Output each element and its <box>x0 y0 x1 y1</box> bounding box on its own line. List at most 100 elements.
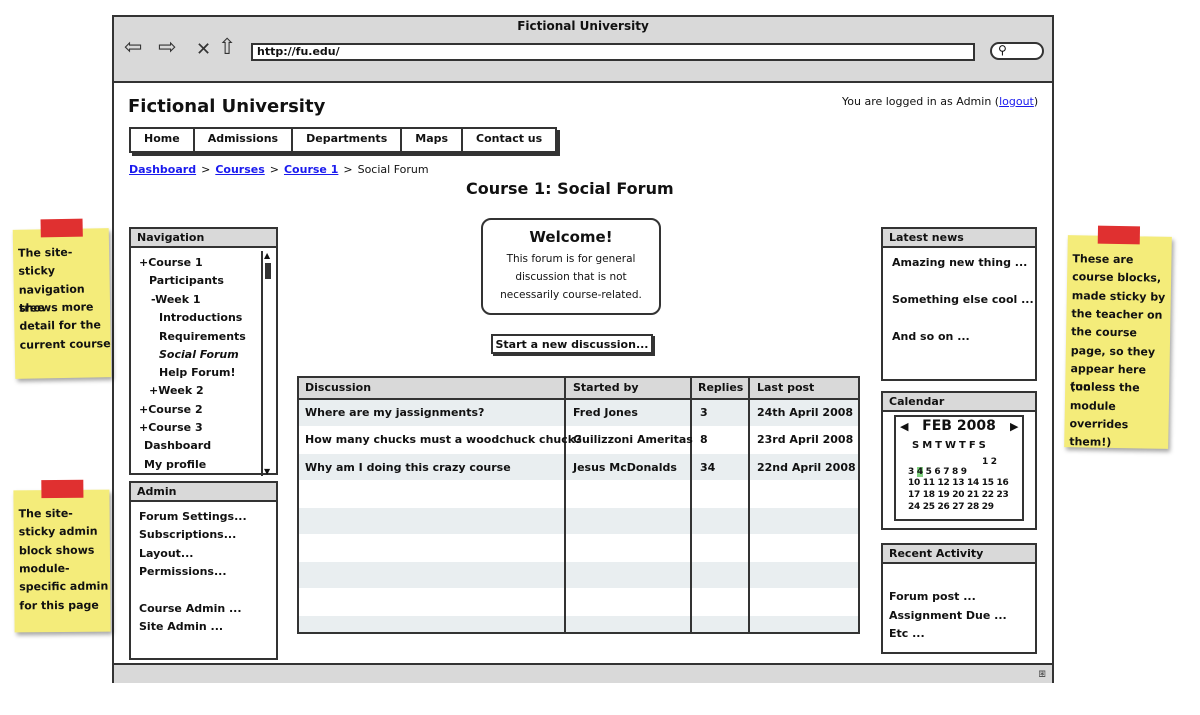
admin-layout[interactable]: Layout... <box>139 547 193 560</box>
calendar-week[interactable]: 10 11 12 13 14 15 16 <box>908 478 1009 488</box>
admin-block: Admin Forum Settings... Subscriptions...… <box>129 481 278 660</box>
menu-item-departments[interactable]: Departments <box>293 129 403 151</box>
browser-chrome: Fictional University ⇦ ⇨ ✕ ⇧ http://fu.e… <box>114 17 1052 83</box>
calendar-week[interactable]: 1 2 <box>982 457 997 467</box>
nav-item-requirements[interactable]: Requirements <box>159 330 246 343</box>
breadcrumb-dashboard[interactable]: Dashboard <box>129 163 196 176</box>
sticky-note-line: The site- <box>18 245 73 260</box>
home-icon[interactable]: ⇧ <box>218 37 236 59</box>
table-cell-last-post: 24th April 2008 <box>757 406 854 419</box>
column-header-last-post[interactable]: Last post <box>757 381 814 394</box>
table-cell-discussion[interactable]: Why am I doing this crazy course <box>305 461 511 474</box>
table-cell-started-by: Fred Jones <box>573 406 638 419</box>
navigation-block-title: Navigation <box>129 227 278 248</box>
menu-item-maps[interactable]: Maps <box>402 129 464 151</box>
nav-item-my-profile[interactable]: My profile <box>144 458 206 471</box>
nav-item-course-1[interactable]: +Course 1 <box>139 256 203 269</box>
table-row-stripe <box>299 562 858 588</box>
nav-item-week-1[interactable]: -Week 1 <box>151 293 201 306</box>
window-title: Fictional University <box>517 19 649 33</box>
sticky-note-line: the course <box>1071 325 1138 340</box>
admin-permissions[interactable]: Permissions... <box>139 565 227 578</box>
admin-forum-settings[interactable]: Forum Settings... <box>139 510 247 523</box>
calendar-block-title: Calendar <box>881 391 1037 412</box>
calendar-month: FEB 2008 <box>922 418 996 434</box>
login-text: You are logged in as Admin ( <box>842 95 1000 108</box>
url-field[interactable]: http://fu.edu/ <box>251 43 975 61</box>
admin-block-title: Admin <box>129 481 278 502</box>
sticky-note-line: The site- <box>18 506 73 521</box>
activity-item[interactable]: Assignment Due ... <box>889 609 1007 622</box>
nav-item-course-3[interactable]: +Course 3 <box>139 421 203 434</box>
sticky-note-line: These are <box>1072 252 1134 267</box>
column-header-discussion[interactable]: Discussion <box>305 381 371 394</box>
sticky-note-line: shows more <box>18 300 94 315</box>
sticky-note-line: module- <box>19 561 70 576</box>
activity-item[interactable]: Forum post ... <box>889 590 976 603</box>
discussion-table: Discussion Started by Replies Last post … <box>297 376 860 634</box>
admin-site-admin[interactable]: Site Admin ... <box>139 620 223 633</box>
calendar-day[interactable]: 3 <box>908 467 914 477</box>
calendar-week[interactable]: 3 4 5 6 7 8 9 <box>908 467 967 477</box>
status-bar: ⧆ <box>114 663 1052 683</box>
admin-course-admin[interactable]: Course Admin ... <box>139 602 242 615</box>
menu-item-contact[interactable]: Contact us <box>463 129 558 151</box>
scroll-up-icon[interactable]: ▲ <box>264 251 270 260</box>
breadcrumb-current: Social Forum <box>357 163 429 176</box>
forward-arrow-icon[interactable]: ⇨ <box>158 37 176 59</box>
table-cell-last-post: 22nd April 2008 <box>757 461 856 474</box>
nav-item-week-2[interactable]: +Week 2 <box>149 384 204 397</box>
welcome-line: This forum is for general <box>506 253 636 265</box>
calendar-week[interactable]: 24 25 26 27 28 29 <box>908 502 994 512</box>
nav-item-help-forum[interactable]: Help Forum! <box>159 366 236 379</box>
site-title: Fictional University <box>128 96 326 117</box>
nav-item-dashboard[interactable]: Dashboard <box>144 439 211 452</box>
sticky-note-line: overrides them!) <box>1069 417 1129 450</box>
page-title: Course 1: Social Forum <box>466 179 674 198</box>
news-item[interactable]: Something else cool ... <box>892 293 1034 306</box>
sticky-note-navigation: The site- sticky navigation tree shows m… <box>12 218 112 379</box>
calendar-days[interactable]: 5 6 7 8 9 <box>926 467 967 477</box>
menu-item-home[interactable]: Home <box>131 129 195 151</box>
breadcrumb-course-1[interactable]: Course 1 <box>284 163 338 176</box>
recent-activity-title: Recent Activity <box>881 543 1037 564</box>
nav-item-participants[interactable]: Participants <box>149 274 224 287</box>
table-cell-discussion[interactable]: How many chucks must a woodchuck chuck? <box>305 433 581 446</box>
menu-item-admissions[interactable]: Admissions <box>195 129 294 151</box>
welcome-title: Welcome! <box>529 228 613 246</box>
calendar-week[interactable]: 17 18 19 20 21 22 23 <box>908 490 1009 500</box>
browser-search-field[interactable]: ⚲ <box>990 42 1044 60</box>
nav-item-social-forum[interactable]: Social Forum <box>159 348 239 361</box>
back-arrow-icon[interactable]: ⇦ <box>124 37 142 59</box>
calendar-day-today[interactable]: 4 <box>916 467 923 477</box>
admin-subscriptions[interactable]: Subscriptions... <box>139 528 236 541</box>
sticky-note-line: page, so they <box>1070 344 1156 359</box>
latest-news-title: Latest news <box>881 227 1037 248</box>
table-cell-started-by: Guilizzoni Ameritas <box>573 433 693 446</box>
table-cell-discussion[interactable]: Where are my jassignments? <box>305 406 484 419</box>
sticky-note-line: for this page <box>19 598 99 613</box>
resize-grip-icon[interactable]: ⧆ <box>1038 666 1046 681</box>
news-item[interactable]: Amazing new thing ... <box>892 256 1027 269</box>
tape <box>41 479 84 499</box>
news-item[interactable]: And so on ... <box>892 330 970 343</box>
sticky-note-line: sticky <box>18 264 56 278</box>
column-header-replies[interactable]: Replies <box>698 381 743 394</box>
column-header-started-by[interactable]: Started by <box>573 381 639 394</box>
nav-item-introductions[interactable]: Introductions <box>159 311 242 324</box>
sticky-note-line: course blocks, <box>1072 270 1162 285</box>
activity-item[interactable]: Etc ... <box>889 627 925 640</box>
logout-link[interactable]: logout <box>999 95 1034 108</box>
scroll-down-icon[interactable]: ▼ <box>264 467 270 476</box>
nav-item-course-2[interactable]: +Course 2 <box>139 403 203 416</box>
sticky-note-line: specific admin <box>19 579 109 594</box>
sticky-note-line: (unless the <box>1070 380 1140 395</box>
next-month-icon[interactable]: ▶ <box>1010 420 1018 433</box>
breadcrumb-courses[interactable]: Courses <box>215 163 264 176</box>
stop-icon[interactable]: ✕ <box>196 39 211 61</box>
login-text-suffix: ) <box>1033 95 1039 108</box>
new-discussion-button[interactable]: Start a new discussion... <box>491 334 653 354</box>
sticky-note-line: the teacher on <box>1071 307 1163 322</box>
navigation-scrollbar[interactable]: ▲ ▼ <box>261 251 274 476</box>
scroll-thumb[interactable] <box>265 263 271 279</box>
